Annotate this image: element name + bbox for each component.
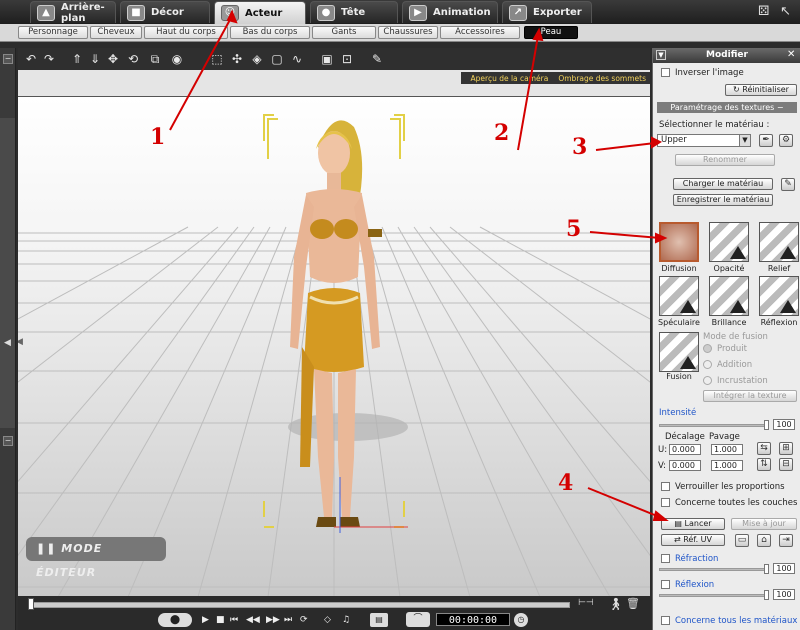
annotation-3: 3	[572, 134, 588, 160]
annotation-1: 1	[150, 124, 166, 150]
annotation-4: 4	[558, 470, 574, 496]
annotation-arrows	[169, 9, 669, 521]
annotation-5: 5	[566, 216, 582, 242]
annotation-2: 2	[494, 120, 510, 146]
